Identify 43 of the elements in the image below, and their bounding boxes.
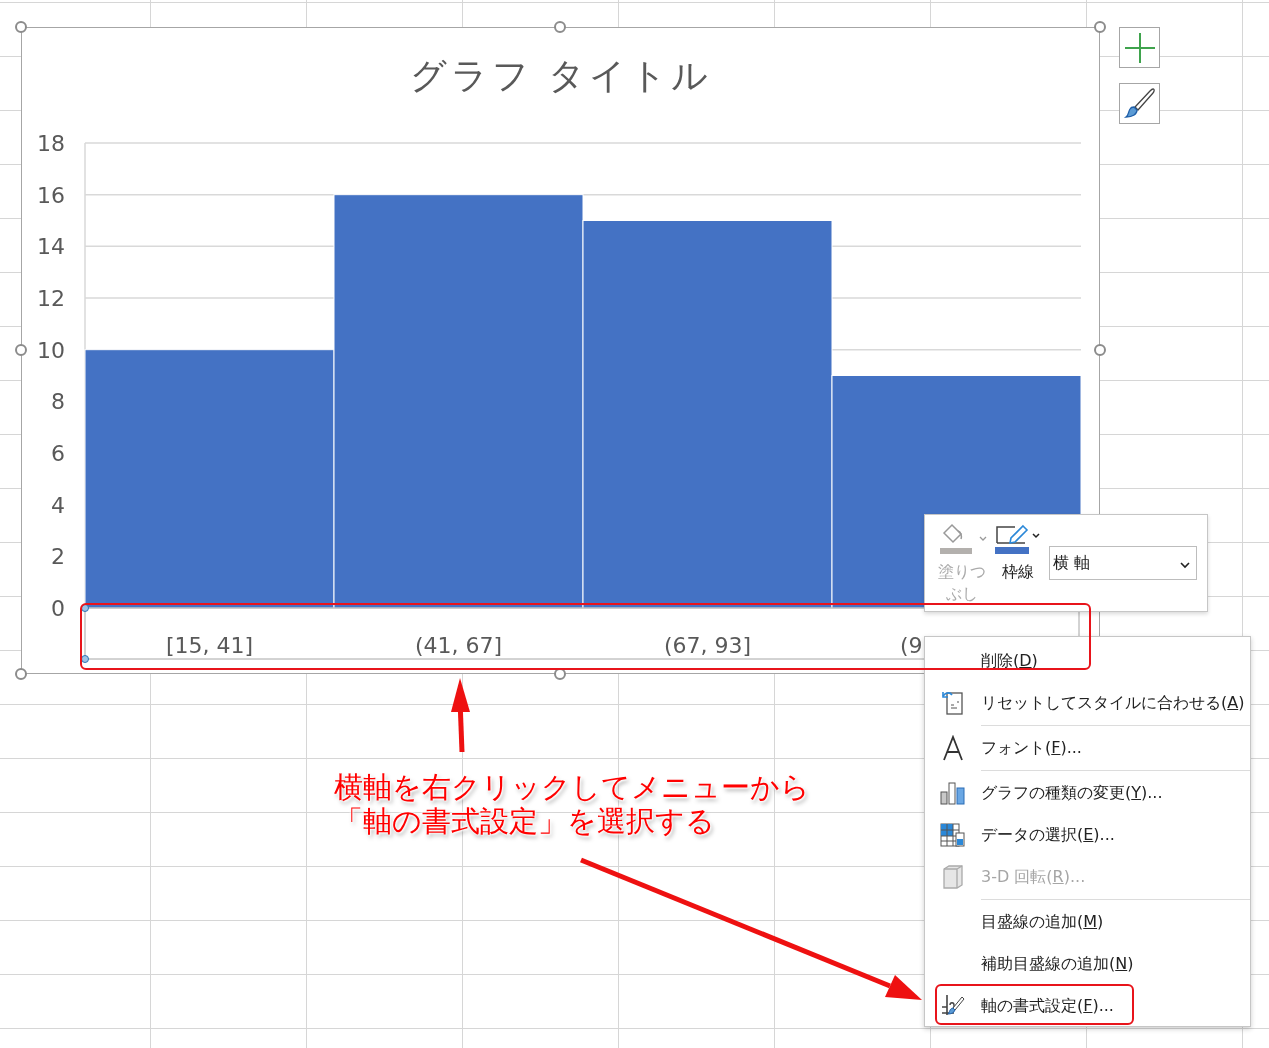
axis-tick-label: 4: [51, 492, 65, 518]
add-chart-element-button[interactable]: [1119, 27, 1160, 68]
cube-icon: [941, 864, 965, 890]
menu-item[interactable]: データの選択(E)...: [925, 814, 1250, 856]
bar-chart-icon: [940, 781, 966, 805]
selection-handle[interactable]: [81, 655, 89, 663]
axis-tick-label: 0: [51, 596, 65, 621]
chart-styles-button[interactable]: [1119, 83, 1160, 124]
axis-tick-label: 10: [37, 337, 65, 363]
chart-title[interactable]: グラフ タイトル: [409, 55, 713, 96]
plus-icon: [1122, 30, 1157, 65]
data-grid-icon: [940, 823, 966, 847]
axis-tick-label: 14: [37, 234, 65, 260]
menu-item[interactable]: 軸の書式設定(F)...: [925, 985, 1250, 1027]
resize-handle[interactable]: [15, 668, 27, 680]
callout-text: 横軸を右クリックしてメニューから: [334, 770, 810, 804]
callout-text: 「軸の書式設定」を選択する: [334, 804, 715, 838]
font-icon: [942, 735, 964, 761]
resize-handle[interactable]: [1094, 21, 1106, 33]
axis-category-label: (41, 67]: [414, 633, 503, 658]
axis-tick-label: 16: [37, 182, 65, 208]
menu-item[interactable]: 目盛線の追加(M): [925, 901, 1250, 943]
axis-tick-label: 18: [37, 131, 65, 156]
resize-handle[interactable]: [554, 21, 566, 33]
resize-handle[interactable]: [15, 21, 27, 33]
axis-tick-label: 8: [51, 389, 65, 415]
axis-category-label: [15, 41]: [165, 633, 254, 658]
menu-item[interactable]: グラフの種類の変更(Y)...: [925, 772, 1250, 814]
axis-tick-label: 12: [37, 286, 65, 311]
axis-tick-label: 2: [51, 544, 65, 570]
menu-item[interactable]: フォント(F)...: [925, 727, 1250, 769]
menu-item[interactable]: リセットしてスタイルに合わせる(A): [925, 682, 1250, 724]
reset-document-icon: [942, 690, 964, 716]
axis-tick-label: 6: [51, 441, 65, 466]
selection-handle[interactable]: [81, 604, 89, 612]
menu-item[interactable]: 補助目盛線の追加(N): [925, 943, 1250, 985]
caret-icon: [1180, 561, 1190, 569]
outline-button[interactable]: 枠線: [993, 523, 1043, 583]
axis-category-label: (67, 93]: [663, 633, 752, 658]
resize-handle[interactable]: [15, 344, 27, 356]
chart-element-dropdown[interactable]: 横 軸: [1049, 546, 1197, 580]
axis-category-label: (9: [900, 633, 923, 658]
pen-border-icon: [993, 523, 1043, 557]
